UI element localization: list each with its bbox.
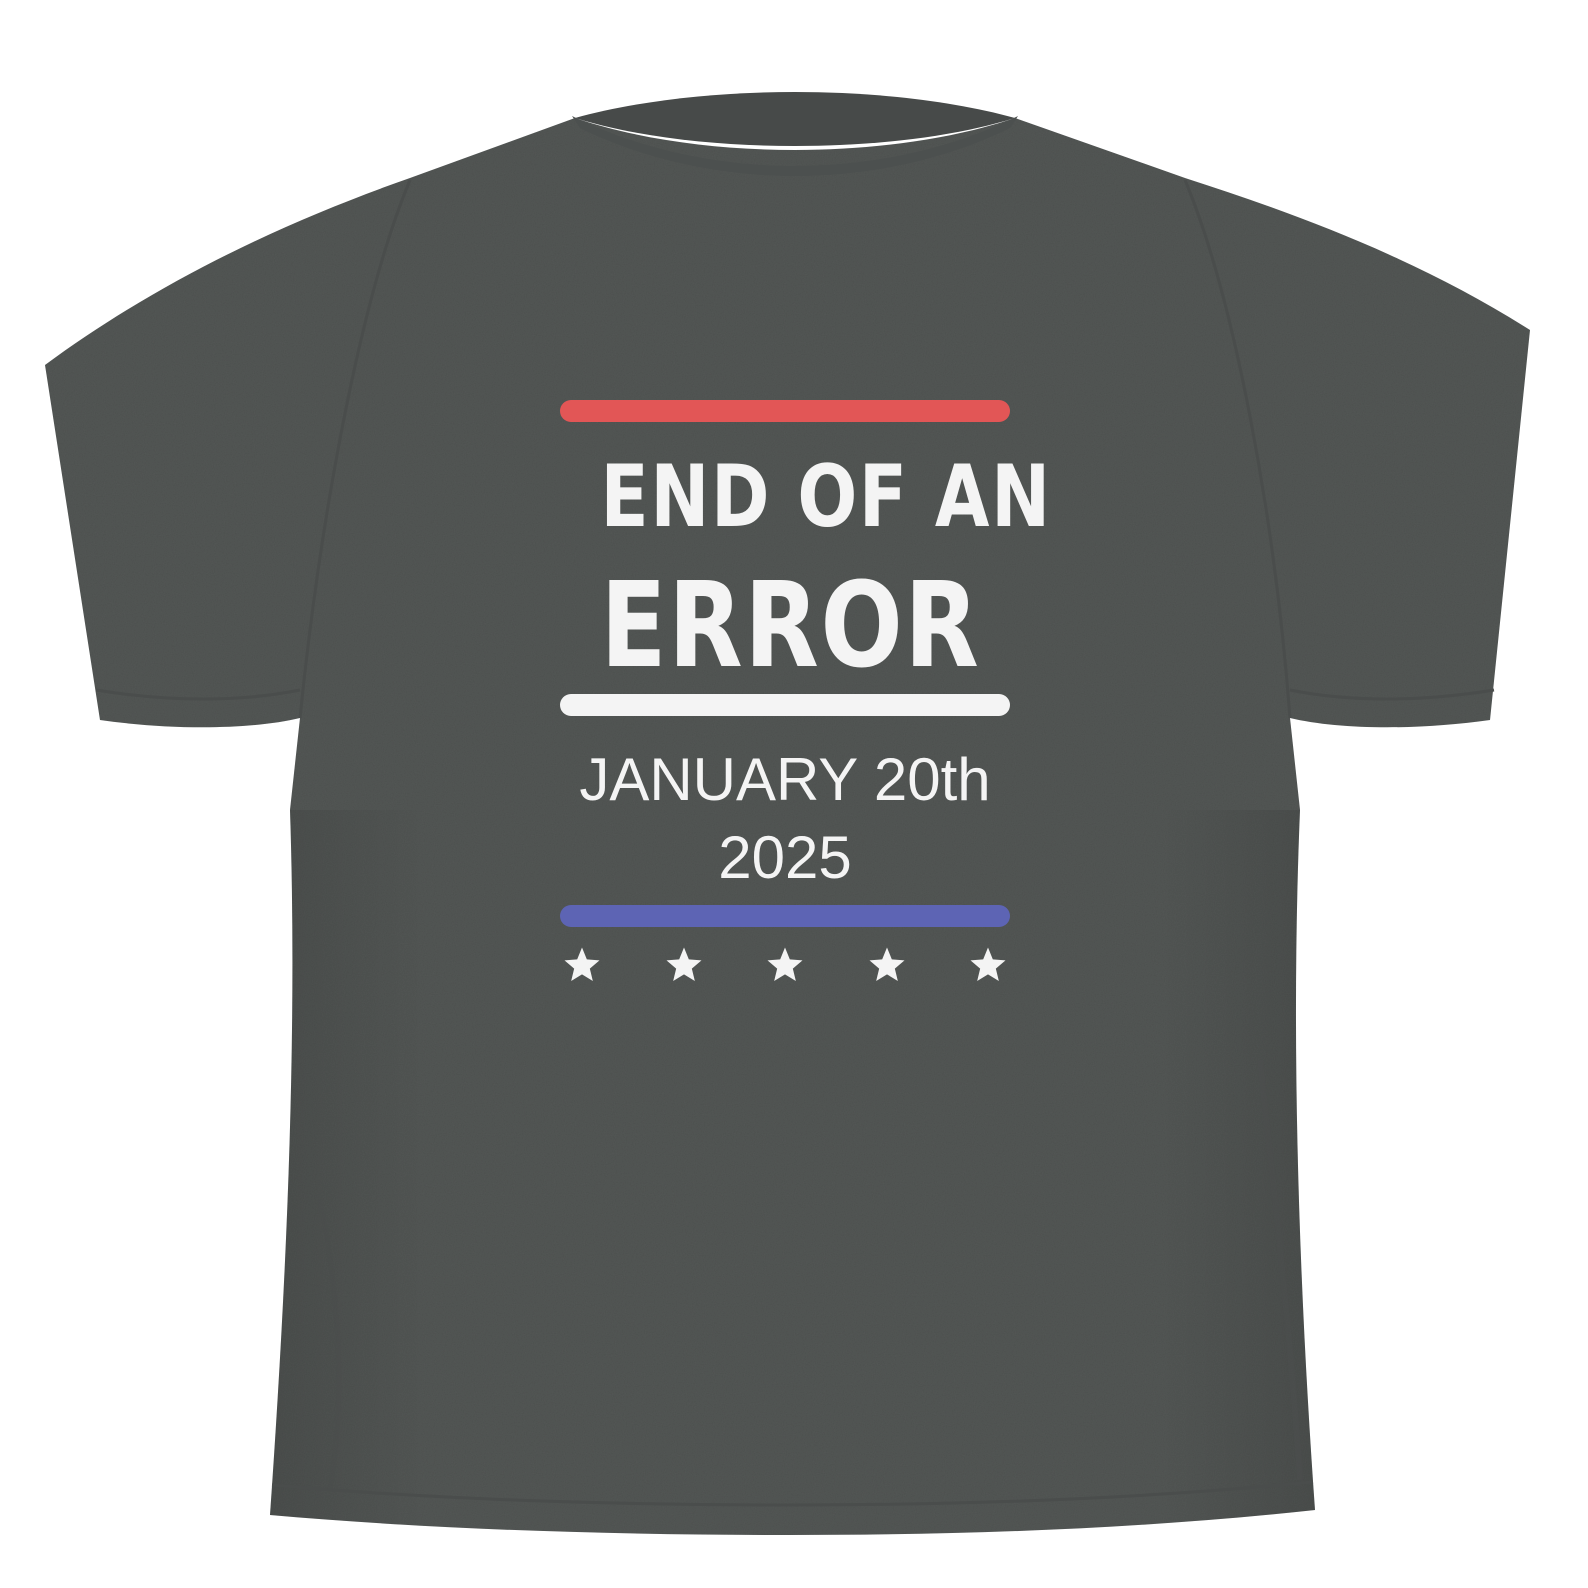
star-row [560, 945, 1010, 985]
star-icon [767, 947, 803, 981]
star-icon [564, 947, 600, 981]
star-icon [666, 947, 701, 981]
date-line-2: 2025 [718, 824, 852, 891]
date-line-1: JANUARY 20th [579, 746, 991, 813]
product-image: END OF AN ERROR JANUARY 20th 2025 [0, 0, 1588, 1588]
white-stripe [560, 694, 1010, 716]
headline-line-2: ERROR [600, 556, 981, 694]
blue-stripe [560, 905, 1010, 927]
star-icon [869, 947, 904, 981]
headline-line-1: END OF AN [600, 447, 1052, 547]
red-stripe [560, 400, 1010, 422]
star-icon [970, 947, 1006, 981]
